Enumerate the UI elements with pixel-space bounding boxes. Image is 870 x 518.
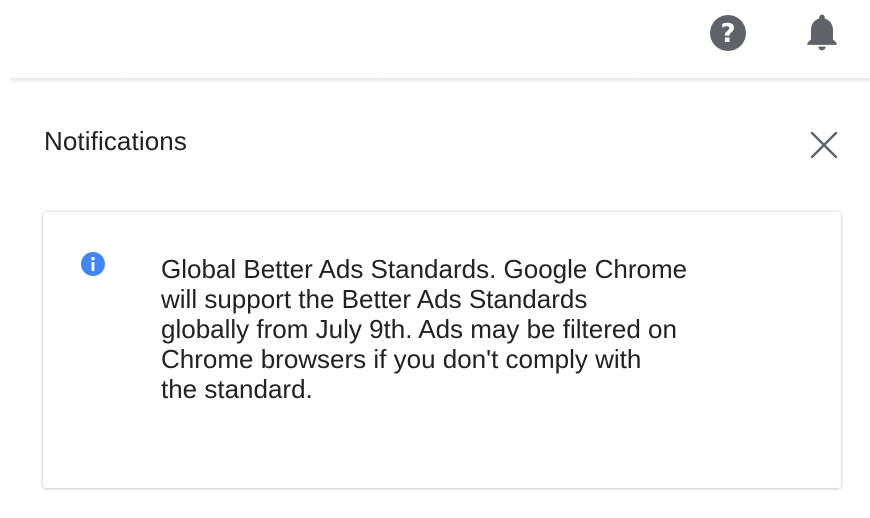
info-icon — [81, 252, 105, 276]
bell-icon[interactable] — [800, 10, 844, 54]
notification-message: Global Better Ads Standards. Google Chro… — [161, 254, 781, 404]
close-icon[interactable] — [806, 127, 842, 163]
help-icon[interactable]: ? — [710, 15, 746, 51]
help-glyph: ? — [720, 18, 736, 49]
notification-line: the standard. — [161, 374, 313, 404]
panel-title: Notifications — [44, 126, 187, 156]
notifications-page: ? Notifications Global Better Ads Standa… — [0, 0, 870, 518]
notification-line: Chrome browsers if you don't comply with — [161, 344, 642, 374]
notification-card[interactable]: Global Better Ads Standards. Google Chro… — [43, 212, 841, 488]
notification-line: will support the Better Ads Standards — [161, 284, 588, 314]
top-bar-divider — [10, 78, 870, 83]
top-bar: ? — [0, 0, 870, 80]
notification-line: Global Better Ads Standards. Google Chro… — [161, 254, 688, 284]
notification-line: globally from July 9th. Ads may be filte… — [161, 314, 677, 344]
